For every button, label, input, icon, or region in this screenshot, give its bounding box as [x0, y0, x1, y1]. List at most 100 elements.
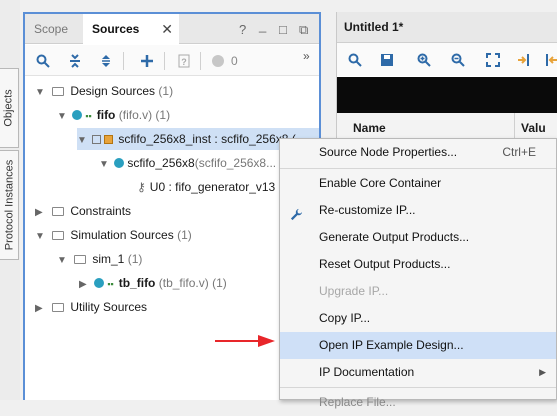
tree-file: (scfifo_256x8...	[194, 156, 277, 170]
tree-label: sim_1	[92, 252, 125, 266]
hierarchy-icon: ▪▪	[107, 279, 114, 289]
tree-file: (tb_fifo.v)	[158, 276, 209, 290]
menu-item-label: Re-customize IP...	[319, 203, 416, 217]
toolbar-overflow-icon[interactable]: »	[303, 49, 310, 63]
toolbar-separator	[164, 52, 165, 70]
tree-row-tb-fifo[interactable]: ▶ ▪▪ tb_fifo (tb_fifo.v) (1)	[79, 272, 227, 294]
module-status-dot-icon	[114, 158, 125, 168]
side-tab-objects-label: Objects	[3, 89, 16, 127]
go-to-zero-icon[interactable]	[542, 51, 557, 69]
sources-toolbar: ? 0 »	[25, 45, 319, 76]
menu-item-label: Copy IP...	[319, 311, 371, 325]
menu-item-label: IP Documentation	[319, 365, 415, 379]
collapse-all-icon[interactable]	[66, 52, 84, 70]
tab-sources-label: Sources	[92, 22, 140, 36]
menu-item-open-ip-example-design[interactable]: Open IP Example Design...	[280, 332, 556, 359]
chevron-down-icon[interactable]: ▼	[77, 130, 89, 152]
tab-scope[interactable]: Scope	[25, 14, 77, 44]
chevron-down-icon[interactable]: ▼	[35, 82, 47, 104]
expand-all-icon[interactable]	[97, 52, 115, 70]
status-count: 0	[231, 54, 238, 68]
tree-row-utility-sources[interactable]: ▶ Utility Sources	[35, 296, 147, 318]
tree-label: scfifo_256x8_inst : scfifo_256x8 (	[118, 132, 296, 146]
tree-count: (1)	[177, 228, 192, 242]
chevron-right-icon[interactable]: ▶	[35, 202, 47, 224]
zoom-out-icon[interactable]	[449, 51, 467, 69]
tree-row-constraints[interactable]: ▶ Constraints	[35, 200, 131, 222]
ip-core-icon	[92, 135, 102, 144]
unknown-file-icon[interactable]: ?	[175, 52, 193, 70]
side-tab-objects[interactable]: Objects	[0, 68, 19, 148]
minimize-icon[interactable]: _	[259, 18, 266, 33]
tree-count: (1)	[158, 84, 174, 98]
svg-text:?: ?	[181, 57, 187, 67]
search-icon[interactable]	[34, 52, 52, 70]
tree-label: tb_fifo	[118, 276, 156, 290]
toolbar-separator	[123, 52, 124, 70]
tree-row-sim-1[interactable]: ▼ sim_1 (1)	[57, 248, 142, 270]
tree-label: Simulation Sources	[70, 228, 174, 242]
menu-item-replace-file[interactable]: Replace File...	[280, 389, 556, 416]
menu-item-source-node-properties[interactable]: Source Node Properties... Ctrl+E	[280, 139, 556, 166]
save-icon[interactable]	[378, 51, 396, 69]
folder-icon	[52, 231, 65, 240]
folder-icon	[52, 87, 65, 96]
status-dot-icon	[209, 52, 227, 70]
menu-item-label: Replace File...	[319, 395, 396, 409]
menu-item-shortcut: Ctrl+E	[502, 145, 536, 159]
menu-item-label: Open IP Example Design...	[319, 338, 464, 352]
chevron-down-icon[interactable]: ▼	[35, 226, 47, 248]
panel-title[interactable]: Untitled 1*	[337, 12, 557, 43]
float-window-icon[interactable]: ⧉	[299, 22, 308, 38]
menu-item-generate-output-products[interactable]: Generate Output Products...	[280, 224, 556, 251]
add-icon[interactable]	[138, 52, 156, 70]
menu-item-label: Enable Core Container	[319, 176, 442, 190]
hierarchy-icon: ▪▪	[85, 111, 92, 121]
menu-item-label: Generate Output Products...	[319, 230, 470, 244]
sources-tab-bar: Scope Sources ✕ ? _ □ ⧉	[25, 14, 319, 45]
tree-file: (fifo.v)	[118, 108, 153, 122]
zoom-fit-icon[interactable]	[484, 51, 502, 69]
tree-count: (1)	[127, 252, 143, 266]
tree-label: U0 : fifo_generator_v13	[149, 180, 276, 194]
tree-row-scfifo[interactable]: ▼ scfifo_256x8(scfifo_256x8...	[99, 152, 276, 174]
menu-separator	[280, 168, 556, 169]
tree-label: Utility Sources	[70, 300, 148, 314]
menu-item-ip-documentation[interactable]: IP Documentation ▶	[280, 359, 556, 386]
chevron-down-icon[interactable]: ▼	[57, 106, 69, 128]
context-menu: Source Node Properties... Ctrl+E Enable …	[279, 138, 557, 409]
tree-label: Design Sources	[70, 84, 156, 98]
side-tab-protocol-instances[interactable]: Protocol Instances	[0, 150, 19, 260]
tree-row-fifo[interactable]: ▼ ▪▪ fifo (fifo.v) (1)	[57, 104, 170, 126]
waveform-time-ruler	[337, 77, 557, 113]
zoom-in-icon[interactable]	[415, 51, 433, 69]
tree-label: scfifo_256x8	[127, 156, 195, 170]
maximize-icon[interactable]: □	[279, 22, 287, 37]
tree-count: (1)	[155, 108, 171, 122]
folder-icon	[74, 255, 87, 264]
tab-sources[interactable]: Sources ✕	[83, 14, 179, 45]
chevron-down-icon[interactable]: ▼	[57, 250, 69, 272]
menu-separator	[280, 387, 556, 388]
help-icon[interactable]: ?	[239, 22, 246, 37]
menu-item-enable-core-container[interactable]: Enable Core Container	[280, 170, 556, 197]
menu-item-copy-ip[interactable]: Copy IP...	[280, 305, 556, 332]
tree-row-design-sources[interactable]: ▼ Design Sources (1)	[35, 80, 173, 102]
chevron-right-icon[interactable]: ▶	[79, 274, 91, 296]
menu-item-re-customize-ip[interactable]: Re-customize IP...	[280, 197, 556, 224]
chevron-right-icon[interactable]: ▶	[35, 298, 47, 320]
tree-count: (1)	[212, 276, 227, 290]
tree-row-simulation-sources[interactable]: ▼ Simulation Sources (1)	[35, 224, 192, 246]
chevron-down-icon[interactable]: ▼	[99, 154, 111, 176]
menu-item-upgrade-ip[interactable]: Upgrade IP...	[280, 278, 556, 305]
untitled-toolbar	[337, 43, 557, 76]
sources-panel: Scope Sources ✕ ? _ □ ⧉ ? 0 » ▼ Design S…	[23, 12, 321, 400]
go-to-cursor-icon[interactable]	[515, 51, 533, 69]
side-tab-protocol-instances-label: Protocol Instances	[3, 159, 15, 251]
search-icon[interactable]	[346, 51, 364, 69]
menu-item-reset-output-products[interactable]: Reset Output Products...	[280, 251, 556, 278]
tree-row-u0[interactable]: ⚷ U0 : fifo_generator_v13	[137, 176, 275, 198]
ip-block-icon	[104, 135, 114, 144]
menu-item-label: Source Node Properties...	[319, 145, 458, 159]
close-icon[interactable]: ✕	[161, 14, 173, 44]
